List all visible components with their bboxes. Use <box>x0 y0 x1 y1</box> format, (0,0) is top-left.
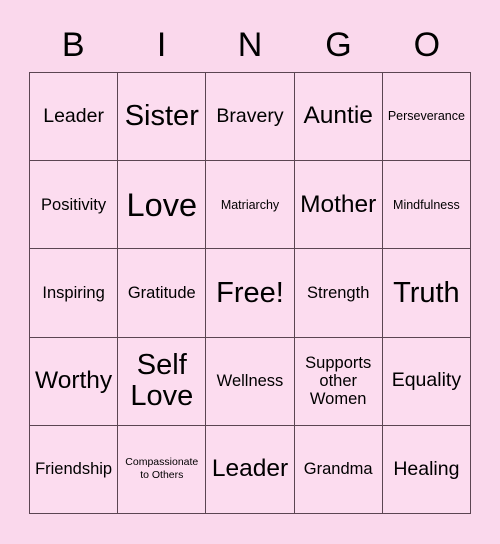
bingo-cell[interactable]: Equality <box>382 337 471 426</box>
bingo-cell-free[interactable]: Free! <box>206 249 295 338</box>
bingo-cell[interactable]: Grandma <box>294 425 383 514</box>
bingo-cell[interactable]: Strength <box>294 249 383 338</box>
header-letter-b: B <box>61 26 85 64</box>
bingo-cell[interactable]: Compassionate to Others <box>118 425 207 514</box>
bingo-cell[interactable]: Matriarchy <box>206 161 295 250</box>
bingo-cell[interactable]: Gratitude <box>118 249 207 338</box>
bingo-cell[interactable]: Inspiring <box>30 249 119 338</box>
bingo-cell[interactable]: Sister <box>118 73 207 162</box>
bingo-cell[interactable]: Friendship <box>30 425 119 514</box>
bingo-grid: Leader Sister Bravery Auntie Perseveranc… <box>29 72 471 514</box>
bingo-card: B I N G O Leader Sister Bravery Auntie P… <box>0 0 500 544</box>
bingo-cell[interactable]: Perseverance <box>382 73 471 162</box>
header-letter-i: I <box>156 26 167 64</box>
bingo-cell[interactable]: Truth <box>382 249 471 338</box>
header-letter-g: G <box>325 26 352 64</box>
bingo-header: B I N G O <box>29 20 471 70</box>
bingo-cell[interactable]: Auntie <box>294 73 383 162</box>
bingo-cell[interactable]: Wellness <box>206 337 295 426</box>
bingo-cell[interactable]: Positivity <box>30 161 119 250</box>
bingo-cell[interactable]: Leader <box>30 73 119 162</box>
bingo-cell[interactable]: Worthy <box>30 337 119 426</box>
header-letter-n: N <box>237 26 263 64</box>
bingo-cell[interactable]: Love <box>118 161 207 250</box>
bingo-cell[interactable]: Healing <box>382 425 471 514</box>
bingo-cell[interactable]: Supports other Women <box>294 337 383 426</box>
bingo-cell[interactable]: Self Love <box>118 337 207 426</box>
header-letter-o: O <box>413 26 441 64</box>
bingo-cell[interactable]: Leader <box>206 425 295 514</box>
bingo-cell[interactable]: Mindfulness <box>382 161 471 250</box>
bingo-cell[interactable]: Mother <box>294 161 383 250</box>
bingo-cell[interactable]: Bravery <box>206 73 295 162</box>
